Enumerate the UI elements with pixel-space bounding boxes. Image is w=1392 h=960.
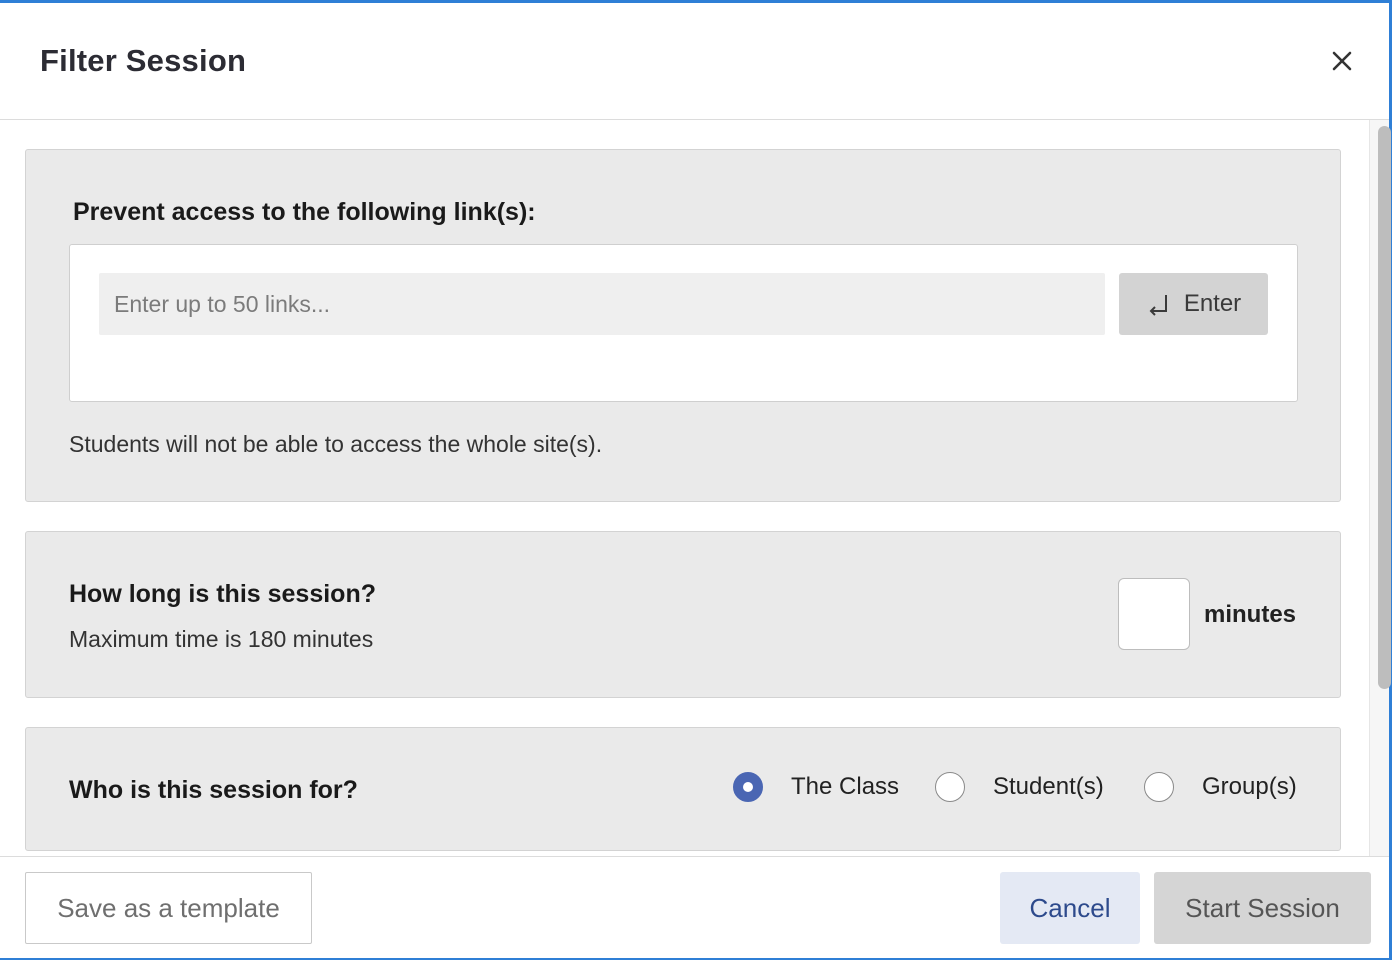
audience-heading: Who is this session for?	[69, 776, 358, 804]
duration-subtext: Maximum time is 180 minutes	[69, 626, 374, 652]
dialog-footer: Save as a template Cancel Start Session	[0, 856, 1389, 958]
dialog-body: Prevent access to the following link(s):…	[0, 120, 1389, 856]
duration-panel: How long is this session? Maximum time i…	[25, 531, 1341, 698]
radio-groups[interactable]	[1144, 772, 1174, 802]
minutes-label: minutes	[1204, 601, 1297, 628]
links-box: Enter	[69, 244, 1298, 402]
radio-label-groups: Group(s)	[1202, 773, 1297, 800]
links-panel: Prevent access to the following link(s):…	[25, 149, 1341, 502]
radio-students[interactable]	[935, 772, 965, 802]
cancel-button[interactable]: Cancel	[1000, 872, 1140, 944]
radio-option-students[interactable]: Student(s)	[935, 772, 1104, 802]
save-template-button[interactable]: Save as a template	[25, 872, 312, 944]
radio-option-groups[interactable]: Group(s)	[1144, 772, 1297, 802]
dialog-header: Filter Session	[0, 3, 1389, 120]
enter-button-label: Enter	[1183, 290, 1242, 317]
enter-button[interactable]: Enter	[1119, 273, 1268, 335]
audience-panel: Who is this session for? The Class Stude…	[25, 727, 1341, 851]
radio-option-the-class[interactable]: The Class	[733, 772, 899, 802]
close-button[interactable]	[1326, 45, 1358, 77]
links-input[interactable]	[99, 273, 1105, 335]
duration-heading: How long is this session?	[69, 580, 376, 608]
start-session-button[interactable]: Start Session	[1154, 872, 1371, 944]
enter-return-icon	[1149, 295, 1167, 316]
links-heading: Prevent access to the following link(s):	[73, 198, 536, 226]
links-note: Students will not be able to access the …	[69, 431, 603, 457]
radio-the-class[interactable]	[733, 772, 763, 802]
minutes-input[interactable]	[1118, 578, 1190, 650]
dialog-title: Filter Session	[40, 43, 247, 78]
radio-label-the-class: The Class	[791, 773, 900, 800]
scrollbar-thumb[interactable]	[1378, 126, 1391, 689]
close-icon	[1332, 51, 1352, 71]
radio-label-students: Student(s)	[993, 773, 1104, 800]
